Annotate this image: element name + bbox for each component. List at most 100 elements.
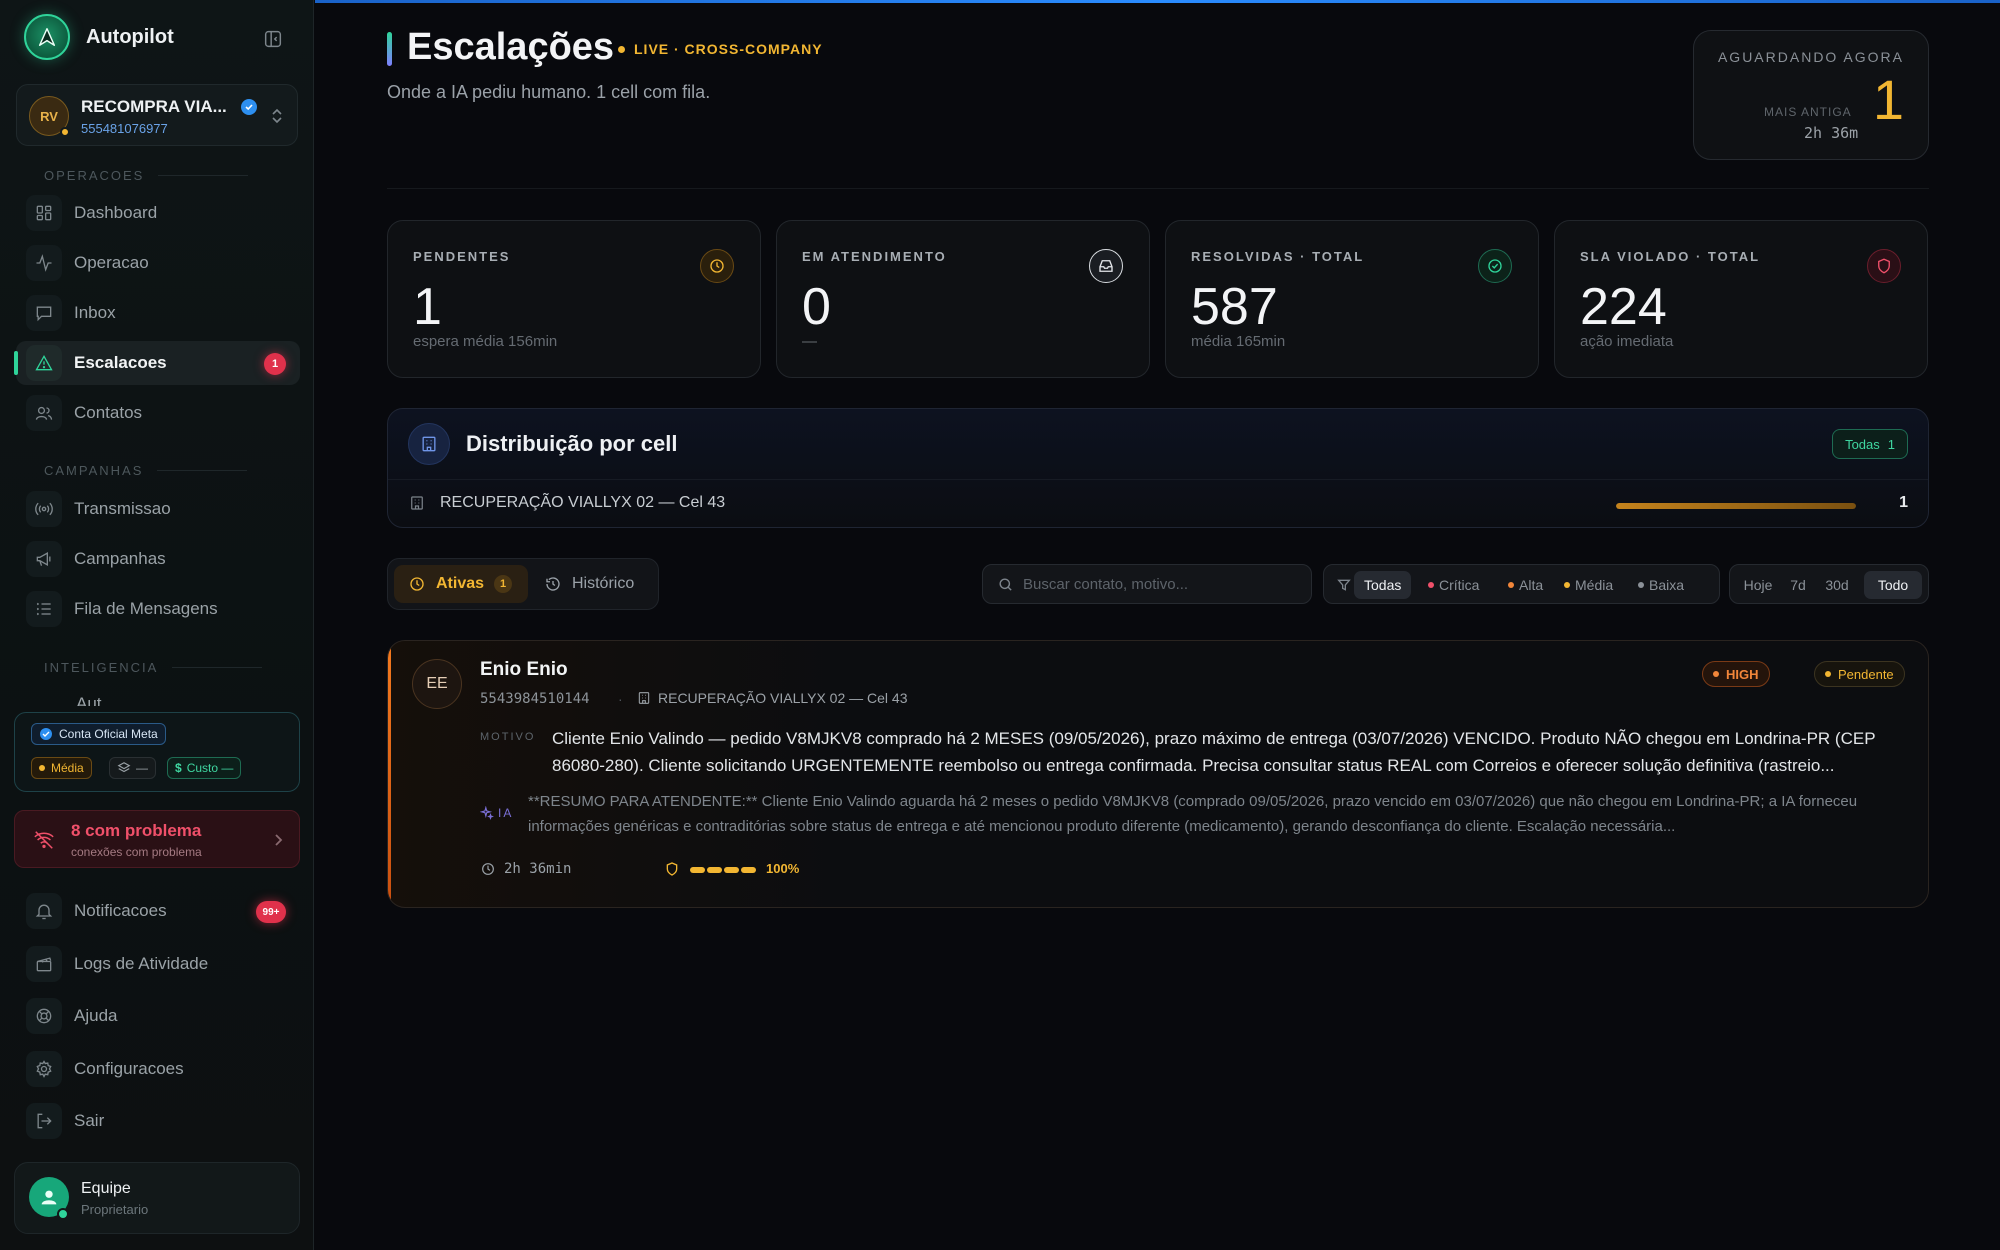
user-online-dot	[57, 1208, 69, 1220]
inbox-icon	[1089, 249, 1123, 283]
range-chip-todo[interactable]: Todo	[1864, 571, 1922, 599]
building-icon	[408, 494, 426, 512]
brand[interactable]: Autopilot	[24, 14, 174, 60]
sidebar-item-escalacoes[interactable]: Escalacoes 1	[14, 341, 300, 385]
status-label: Pendente	[1838, 666, 1894, 682]
app-name: Autopilot	[86, 25, 174, 48]
stat-card-sla-violado: SLA VIOLADO · TOTAL 224 ação imediata	[1554, 220, 1928, 378]
account-switcher[interactable]: RV RECOMPRA VIA... 555481076977	[16, 84, 298, 146]
dollar-icon: $	[175, 761, 182, 775]
account-status-dot	[60, 127, 70, 137]
tab-historico[interactable]: Histórico	[534, 565, 654, 603]
contact-cell-label: RECUPERAÇÃO VIALLYX 02 — Cel 43	[658, 690, 908, 706]
filter-chip-media[interactable]: Média	[1564, 571, 1613, 599]
sidebar-item-dashboard[interactable]: Dashboard	[16, 191, 300, 235]
user-profile[interactable]: Equipe Proprietario	[14, 1162, 300, 1234]
sidebar-item-sair[interactable]: Sair	[16, 1099, 300, 1143]
layers-pill[interactable]: —	[109, 757, 156, 779]
distribution-all-label: Todas	[1845, 436, 1880, 452]
official-meta-badge[interactable]: Conta Oficial Meta	[31, 723, 166, 745]
sidebar-item-transmissao[interactable]: Transmissao	[16, 487, 300, 531]
clock-icon	[700, 249, 734, 283]
range-chip-30d[interactable]: 30d	[1816, 571, 1858, 599]
megaphone-icon	[26, 541, 62, 577]
live-tag: LIVE · CROSS-COMPANY	[618, 41, 823, 57]
severity-dot	[1428, 582, 1434, 588]
page-subtitle: Onde a IA pediu humano. 1 cell com fila.	[387, 82, 711, 102]
account-phone: 555481076977	[81, 121, 168, 136]
autopilot-logo-icon	[24, 14, 70, 60]
notifications-badge: 99+	[256, 901, 286, 923]
sidebar-item-logs-de-atividade[interactable]: Logs de Atividade	[16, 942, 300, 986]
sidebar-item-contatos[interactable]: Contatos	[16, 391, 300, 435]
sidebar-item-label: Ajuda	[74, 1006, 118, 1025]
history-icon	[546, 577, 560, 591]
search-input[interactable]	[1023, 565, 1303, 603]
shield-icon	[1867, 249, 1901, 283]
verified-icon	[40, 728, 52, 740]
stat-label: EM ATENDIMENTO	[802, 249, 947, 264]
distribution-all-button[interactable]: Todas 1	[1832, 429, 1908, 459]
section-label-operacoes: OPERACOES	[44, 168, 248, 183]
distribution-row-bar	[1616, 503, 1856, 509]
live-dot	[618, 45, 625, 53]
sidebar-item-truncated[interactable]: Aut	[26, 692, 286, 706]
distribution-row-count: 1	[1899, 494, 1908, 511]
filter-chip-label: Baixa	[1649, 577, 1685, 593]
layers-label: —	[136, 761, 148, 775]
layers-icon	[117, 762, 131, 773]
sidebar-item-label: Fila de Mensagens	[74, 599, 218, 618]
stat-value: 1	[413, 278, 442, 336]
range-chip-hoje[interactable]: Hoje	[1736, 571, 1780, 599]
user-name: Equipe	[81, 1180, 131, 1197]
clock-icon	[410, 577, 424, 591]
gear-icon	[26, 1051, 62, 1087]
ia-label: IA	[480, 806, 513, 820]
users-icon	[26, 395, 62, 431]
search-icon	[997, 576, 1014, 593]
priority-label: HIGH	[1726, 666, 1759, 682]
sidebar-item-campanhas[interactable]: Campanhas	[16, 537, 300, 581]
main-content: Escalações LIVE · CROSS-COMPANY Onde a I…	[315, 0, 2000, 1250]
cell-distribution-panel: Distribuição por cell Todas 1 RECUPERAÇÃ…	[387, 408, 1929, 528]
quality-pill[interactable]: Média	[31, 757, 92, 779]
sidebar-item-inbox[interactable]: Inbox	[16, 291, 300, 335]
collapse-sidebar-icon[interactable]	[262, 28, 284, 50]
filter-chip-critica[interactable]: Crítica	[1428, 571, 1479, 599]
confidence-segment	[724, 867, 739, 873]
sidebar-item-label: Notificacoes	[74, 901, 167, 920]
connection-problem-alert[interactable]: 8 com problema conexões com problema	[14, 810, 300, 868]
cost-pill[interactable]: $ Custo —	[167, 757, 242, 779]
filter-chip-label: Crítica	[1439, 577, 1480, 593]
confidence-segment	[690, 867, 705, 873]
range-chip-7d[interactable]: 7d	[1782, 571, 1814, 599]
search-box	[982, 564, 1312, 604]
logout-icon	[26, 1103, 62, 1139]
tab-label: Histórico	[572, 575, 635, 592]
status-badge: Pendente	[1814, 661, 1905, 687]
sidebar-item-operacao[interactable]: Operacao	[16, 241, 300, 285]
user-icon	[41, 1190, 57, 1205]
priority-badge: HIGH	[1702, 661, 1770, 687]
broadcast-icon	[26, 491, 62, 527]
filter-chip-alta[interactable]: Alta	[1508, 571, 1543, 599]
sidebar-item-fila-de-mensagens[interactable]: Fila de Mensagens	[16, 587, 300, 631]
sidebar-item-label: Operacao	[74, 253, 149, 272]
motivo-label: MOTIVO	[480, 731, 536, 743]
stat-label: PENDENTES	[413, 249, 511, 264]
filter-chip-todas[interactable]: Todas	[1354, 571, 1412, 599]
tab-ativas[interactable]: Ativas 1	[394, 565, 528, 603]
escalation-card[interactable]: EE Enio Enio 5543984510144 · RECUPERAÇÃO…	[387, 640, 1929, 908]
sidebar-item-label: Contatos	[74, 403, 143, 422]
message-icon	[26, 295, 62, 331]
filter-chip-baixa[interactable]: Baixa	[1638, 571, 1684, 599]
sidebar-item-notificacoes[interactable]: Notificacoes 99+	[16, 889, 300, 933]
problem-title: 8 com problema	[71, 821, 202, 840]
contact-name[interactable]: Enio Enio	[480, 659, 568, 681]
sidebar-item-ajuda[interactable]: Ajuda	[16, 994, 300, 1038]
filter-icon	[1336, 577, 1352, 593]
problem-subtitle: conexões com problema	[71, 845, 202, 859]
contact-cell: RECUPERAÇÃO VIALLYX 02 — Cel 43	[636, 690, 908, 706]
sidebar-item-configuracoes[interactable]: Configuracoes	[16, 1047, 300, 1091]
sparkles-icon	[480, 806, 494, 820]
